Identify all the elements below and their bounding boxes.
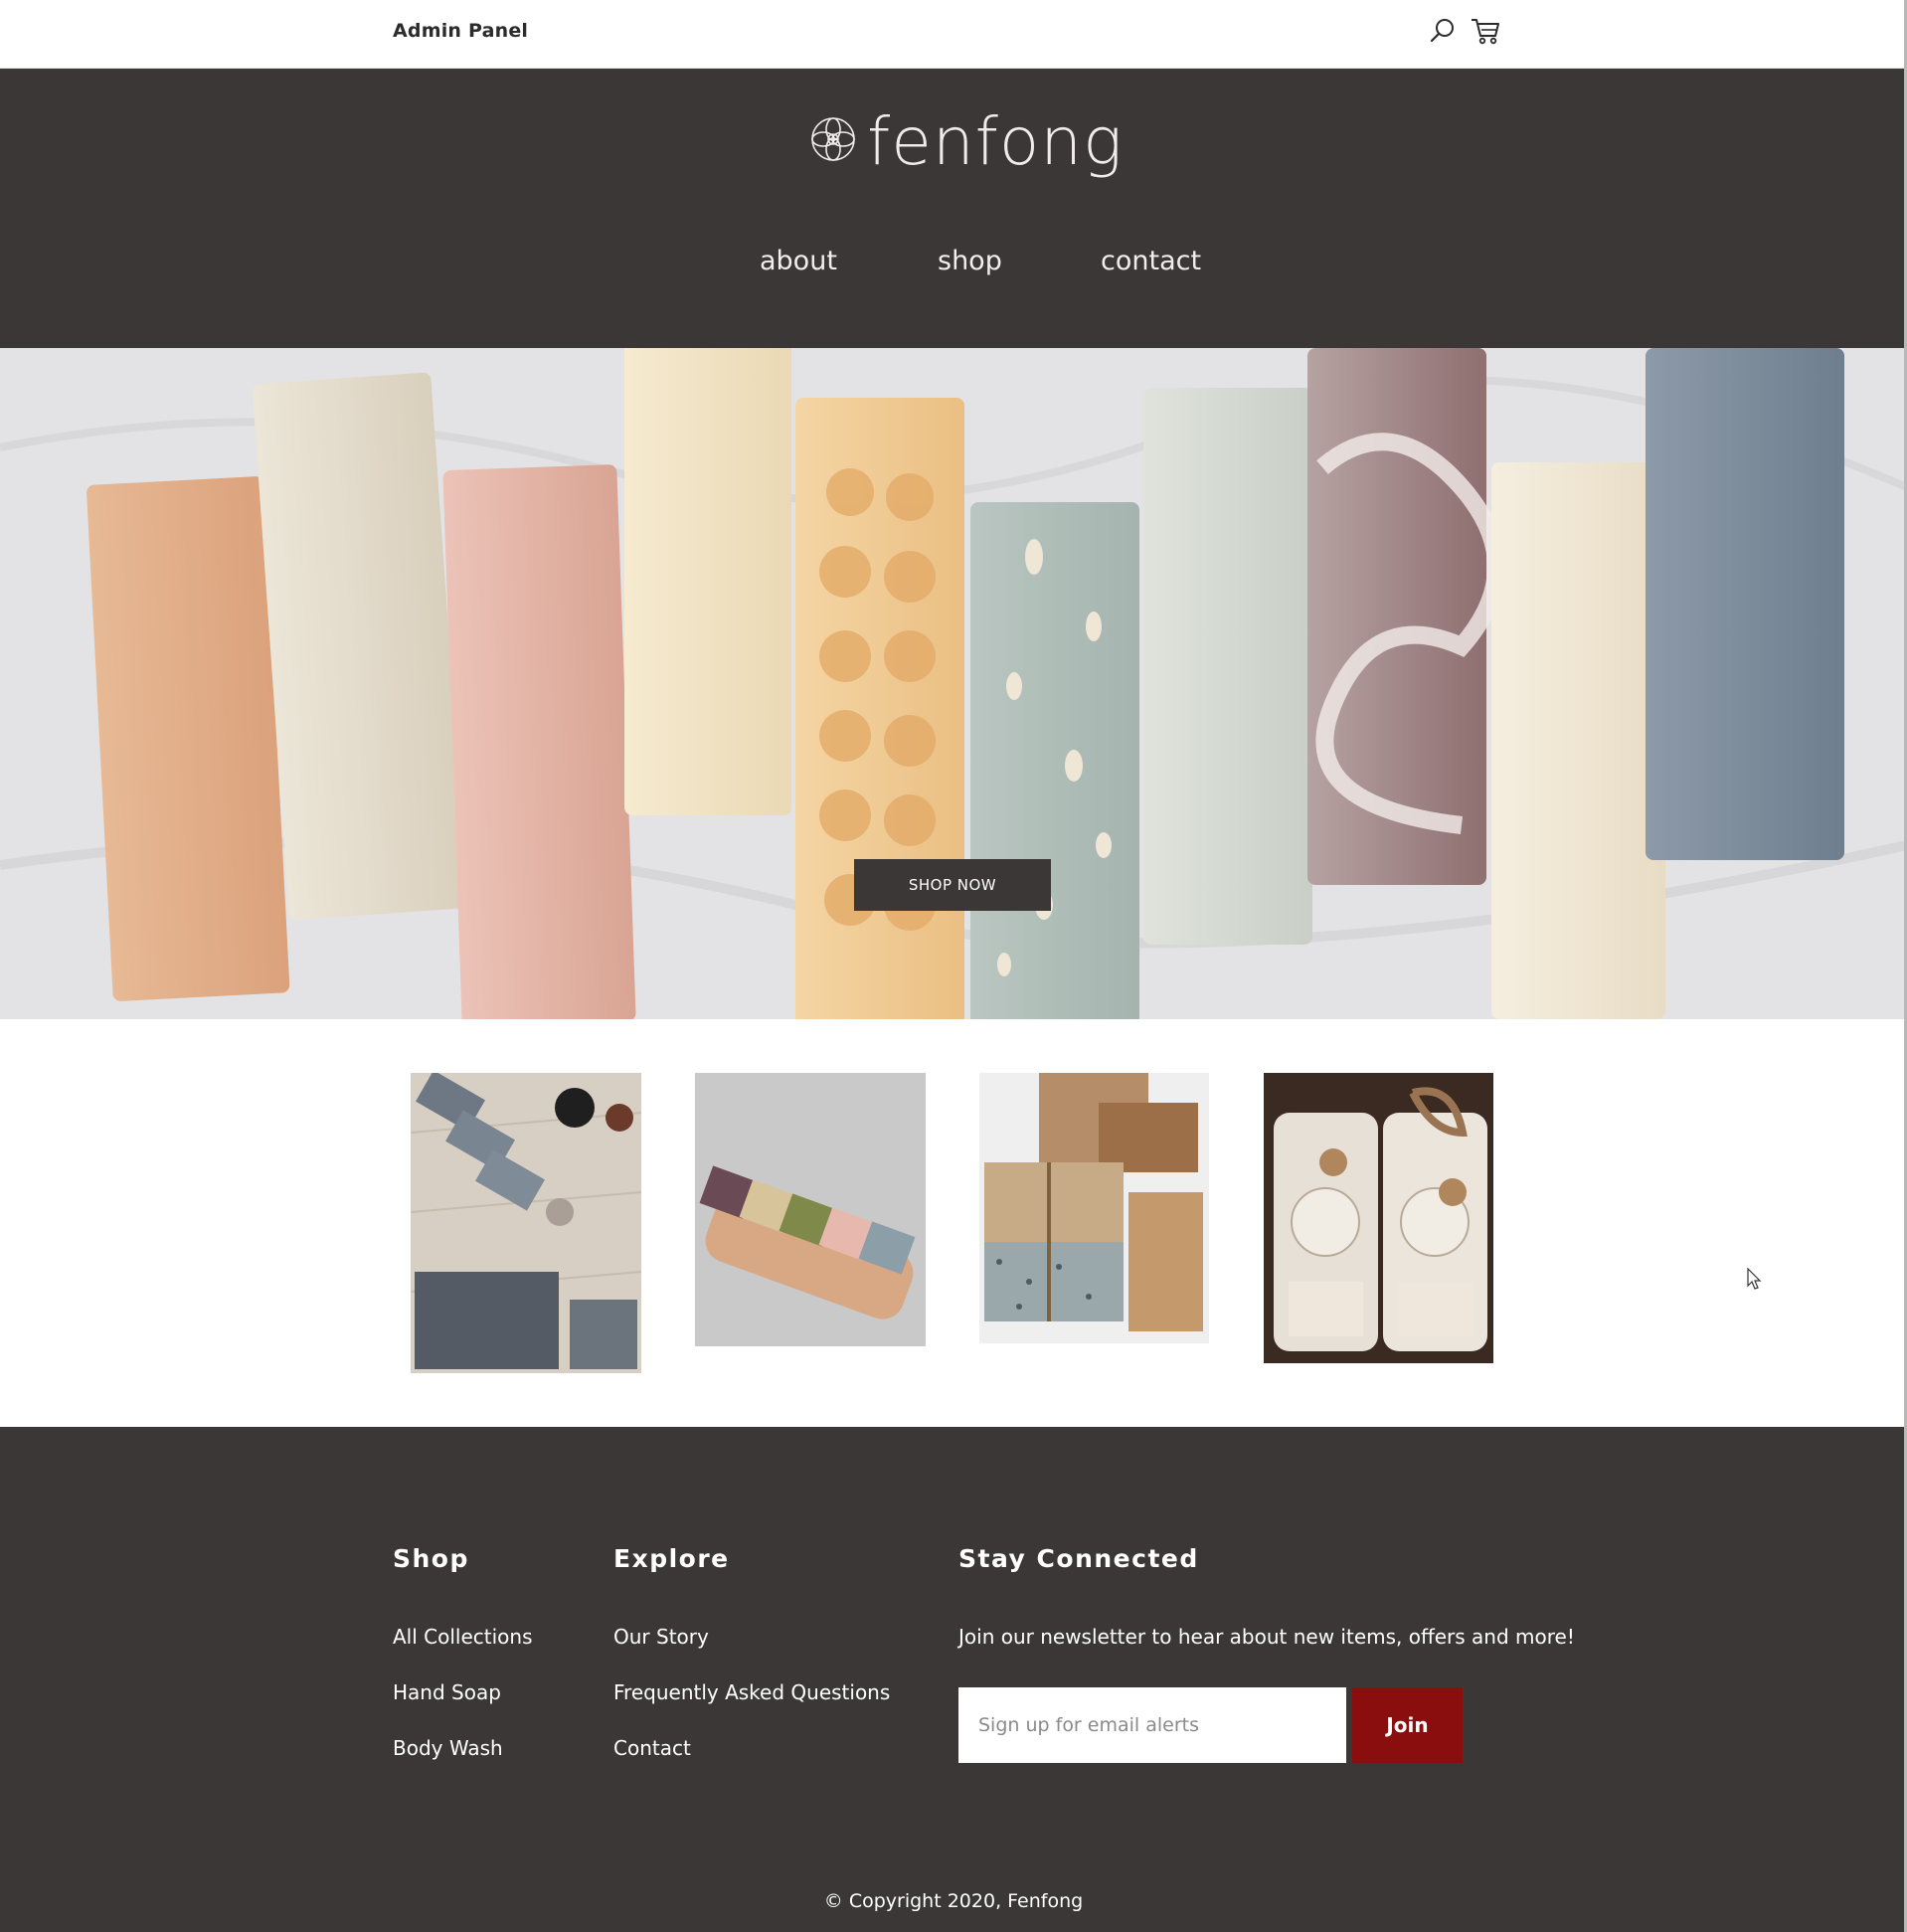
- gallery-image-soap-tray[interactable]: [695, 1073, 926, 1346]
- copyright-text: © Copyright 2020, Fenfong: [823, 1890, 1084, 1912]
- cart-icon[interactable]: [1469, 14, 1502, 48]
- site-footer: Shop All Collections Hand Soap Body Wash…: [0, 1427, 1907, 1932]
- admin-panel-link[interactable]: Admin Panel: [393, 20, 528, 42]
- gallery-image-gift-bags[interactable]: [1264, 1073, 1493, 1363]
- main-nav: about shop contact: [0, 246, 1907, 285]
- footer-shop-heading: Shop: [393, 1544, 469, 1573]
- footer-link-contact[interactable]: Contact: [613, 1736, 691, 1760]
- footer-link-body-wash[interactable]: Body Wash: [393, 1736, 503, 1760]
- footer-link-our-story[interactable]: Our Story: [613, 1625, 709, 1649]
- flower-logo-icon: [809, 115, 857, 167]
- nav-item-contact[interactable]: contact: [1101, 246, 1201, 276]
- hero-banner: [0, 348, 1907, 1019]
- cursor-icon: [1747, 1267, 1763, 1296]
- brand-logo[interactable]: fenfong: [809, 96, 1124, 186]
- gallery-image-charcoal-soap[interactable]: [411, 1073, 641, 1373]
- footer-link-faq[interactable]: Frequently Asked Questions: [613, 1680, 890, 1704]
- brand-name: fenfong: [867, 102, 1124, 180]
- search-icon[interactable]: [1425, 14, 1459, 48]
- site-header: fenfong about shop contact: [0, 69, 1907, 348]
- shop-now-button[interactable]: SHOP NOW: [854, 859, 1051, 911]
- nav-item-shop[interactable]: shop: [938, 246, 1002, 276]
- join-button[interactable]: Join: [1352, 1687, 1463, 1763]
- top-utility-bar: Admin Panel: [0, 0, 1907, 69]
- newsletter-text: Join our newsletter to hear about new it…: [958, 1625, 1575, 1649]
- newsletter-email-input[interactable]: [958, 1687, 1346, 1763]
- gallery-image-wrapped-soap[interactable]: [979, 1073, 1209, 1343]
- nav-item-about[interactable]: about: [760, 246, 837, 276]
- footer-link-all-collections[interactable]: All Collections: [393, 1625, 533, 1649]
- footer-explore-heading: Explore: [613, 1544, 730, 1573]
- footer-connect-heading: Stay Connected: [958, 1544, 1199, 1573]
- footer-link-hand-soap[interactable]: Hand Soap: [393, 1680, 501, 1704]
- soap-bars-image: [0, 348, 1907, 1019]
